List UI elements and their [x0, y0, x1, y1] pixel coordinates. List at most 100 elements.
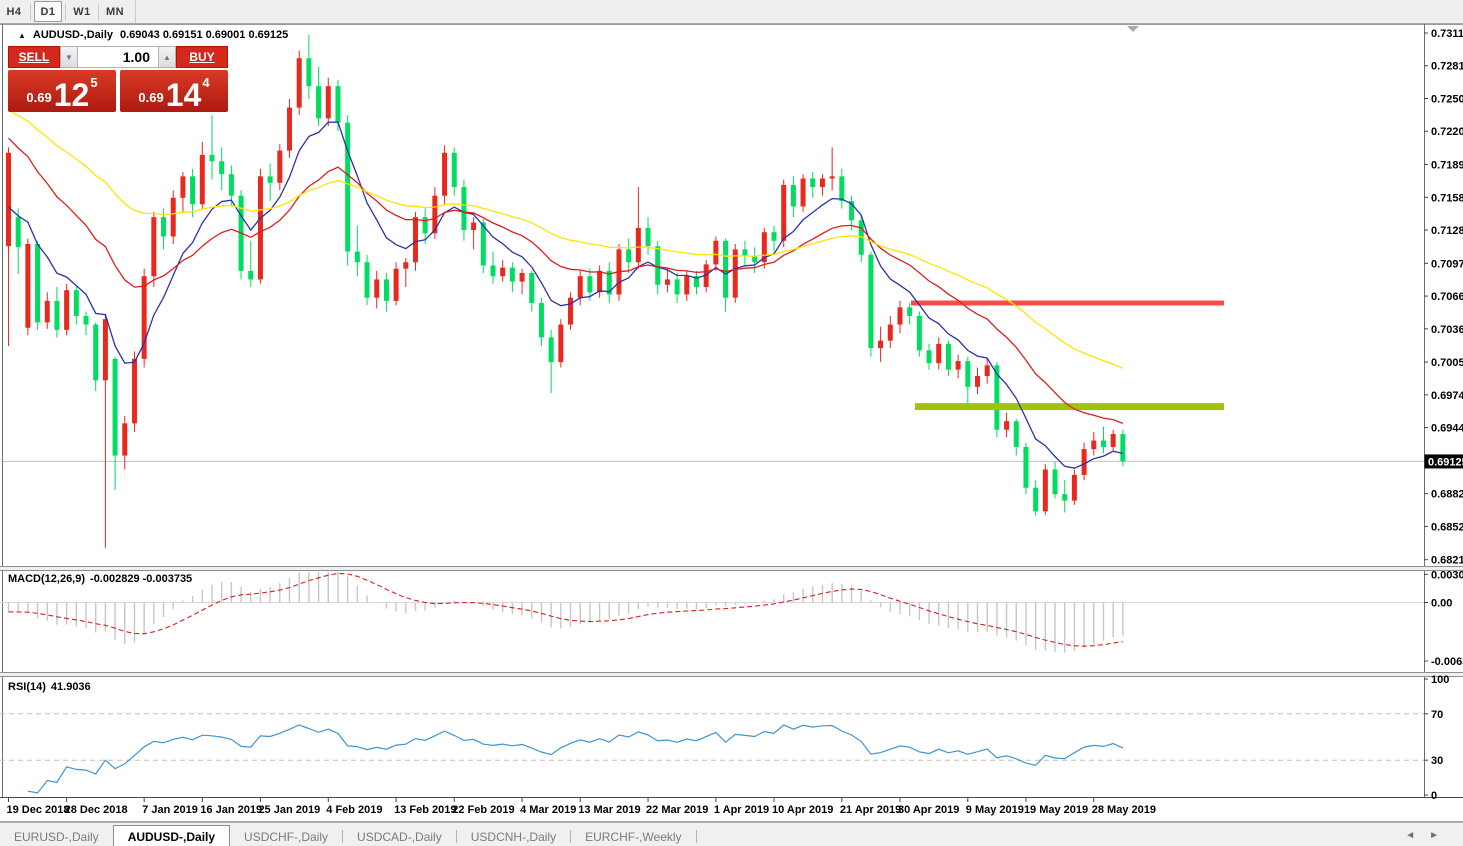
- sell-price-prefix: 0.69: [26, 90, 51, 105]
- date-tick-label: 4 Mar 2019: [520, 804, 576, 816]
- date-tick-label: 9 May 2019: [966, 804, 1024, 816]
- candle-body: [365, 262, 370, 297]
- collapse-chart-icon[interactable]: ▲: [18, 31, 26, 40]
- toolbar-separator: [65, 4, 66, 20]
- candle-body: [713, 241, 718, 265]
- candle-body: [287, 108, 292, 151]
- tab-audusd-daily[interactable]: AUDUSD-,Daily: [113, 825, 230, 846]
- candle-body: [84, 316, 89, 325]
- chart-title-row: ▲ AUDUSD-,Daily 0.69043 0.69151 0.69001 …: [18, 29, 288, 41]
- candle-body: [161, 217, 166, 236]
- price-tick-label: 0.69440: [1431, 423, 1463, 435]
- tab-usdcnh-daily[interactable]: USDCNH-,Daily: [457, 827, 570, 846]
- price-tick-label: 0.71280: [1431, 225, 1463, 237]
- candle-body: [510, 268, 515, 282]
- candle-body: [587, 276, 592, 292]
- volume-increase-button[interactable]: ▲: [158, 46, 176, 68]
- candle-body: [403, 262, 408, 268]
- rsi-axis-label: 100: [1431, 674, 1449, 686]
- volume-decrease-button[interactable]: ▼: [60, 46, 78, 68]
- date-tick-label: 10 Apr 2019: [772, 804, 833, 816]
- candle-body: [93, 325, 98, 381]
- rsi-axis-label: 70: [1431, 709, 1443, 721]
- chart-bg: [0, 24, 1463, 822]
- volume-input[interactable]: 1.00: [78, 46, 158, 68]
- candle-body: [394, 269, 399, 301]
- price-tick-label: 0.73115: [1431, 28, 1463, 40]
- price-tick-label: 0.71890: [1431, 160, 1463, 172]
- tab-scroll-left-icon[interactable]: ◄: [1405, 830, 1429, 841]
- sell-price-button[interactable]: 0.69 12 5: [8, 70, 116, 112]
- one-click-trade-widget: SELL ▼ 1.00 ▲ BUY 0.69 12 5 0.69 14 4: [8, 46, 228, 112]
- candle-body: [122, 423, 127, 455]
- tab-scroll-arrows[interactable]: ◄►: [1405, 830, 1453, 841]
- candle-body: [54, 301, 59, 330]
- candle-body: [297, 58, 302, 107]
- candle-body: [491, 265, 496, 276]
- candle-body: [471, 223, 476, 231]
- candle-body: [113, 359, 118, 456]
- candle-body: [558, 325, 563, 363]
- candle-body: [520, 273, 525, 282]
- candle-body: [1111, 434, 1116, 447]
- candle-body: [248, 271, 253, 280]
- sell-price-big: 12: [54, 82, 90, 108]
- candle-body: [1072, 475, 1077, 501]
- candle-body: [132, 359, 137, 423]
- toolbar-separator: [135, 0, 136, 23]
- candle-body: [413, 217, 418, 262]
- candle-body: [481, 223, 486, 266]
- candle-body: [936, 344, 941, 363]
- buy-price-prefix: 0.69: [138, 90, 163, 105]
- candle-body: [326, 86, 331, 118]
- price-tick-label: 0.72505: [1431, 93, 1463, 105]
- candle-body: [258, 176, 263, 279]
- candle-body: [374, 279, 379, 297]
- candle-body: [306, 58, 311, 86]
- tab-usdchf-daily[interactable]: USDCHF-,Daily: [230, 827, 342, 846]
- candle-body: [946, 344, 951, 370]
- candle-body: [665, 279, 670, 284]
- candle-body: [229, 174, 234, 195]
- candle-body: [839, 176, 844, 201]
- candle-body: [820, 178, 825, 187]
- timeframe-button-MN[interactable]: MN: [102, 2, 128, 21]
- candle-body: [801, 178, 806, 206]
- candle-body: [830, 176, 835, 178]
- candle-body: [103, 319, 108, 380]
- timeframe-button-W1[interactable]: W1: [69, 2, 95, 21]
- candle-body: [180, 176, 185, 197]
- timeframe-button-D1[interactable]: D1: [34, 1, 62, 22]
- date-tick-label: 28 Dec 2018: [65, 804, 128, 816]
- buy-price-button[interactable]: 0.69 14 4: [120, 70, 228, 112]
- date-tick-label: 28 May 2019: [1092, 804, 1156, 816]
- tab-usdcad-daily[interactable]: USDCAD-,Daily: [343, 827, 456, 846]
- price-tick-label: 0.70050: [1431, 357, 1463, 369]
- price-tick-label: 0.72200: [1431, 126, 1463, 138]
- candle-body: [810, 178, 815, 187]
- tab-eurchf-weekly[interactable]: EURCHF-,Weekly: [571, 827, 695, 846]
- tab-eurusd-daily[interactable]: EURUSD-,Daily: [0, 827, 113, 846]
- candle-body: [1082, 449, 1087, 475]
- candle-body: [927, 350, 932, 363]
- timeframe-button-H4[interactable]: H4: [1, 2, 27, 21]
- candle-body: [1062, 494, 1067, 500]
- candle-body: [975, 376, 980, 387]
- candle-body: [151, 217, 156, 276]
- candle-body: [268, 176, 273, 182]
- candle-body: [655, 246, 660, 285]
- buy-button[interactable]: BUY: [176, 46, 228, 68]
- price-tick-label: 0.69745: [1431, 390, 1463, 402]
- rsi-axis-label: 30: [1431, 755, 1443, 767]
- candle-body: [345, 123, 350, 252]
- candle-body: [1053, 469, 1058, 494]
- candle-body: [626, 249, 631, 262]
- rsi-axis-label: 0: [1431, 790, 1437, 802]
- price-tick-label: 0.71585: [1431, 192, 1463, 204]
- sell-button[interactable]: SELL: [8, 46, 60, 68]
- candle-body: [316, 86, 321, 118]
- tab-scroll-right-icon[interactable]: ►: [1429, 830, 1453, 841]
- candle-body: [636, 228, 641, 262]
- candle-body: [442, 153, 447, 196]
- candle-body: [384, 279, 389, 300]
